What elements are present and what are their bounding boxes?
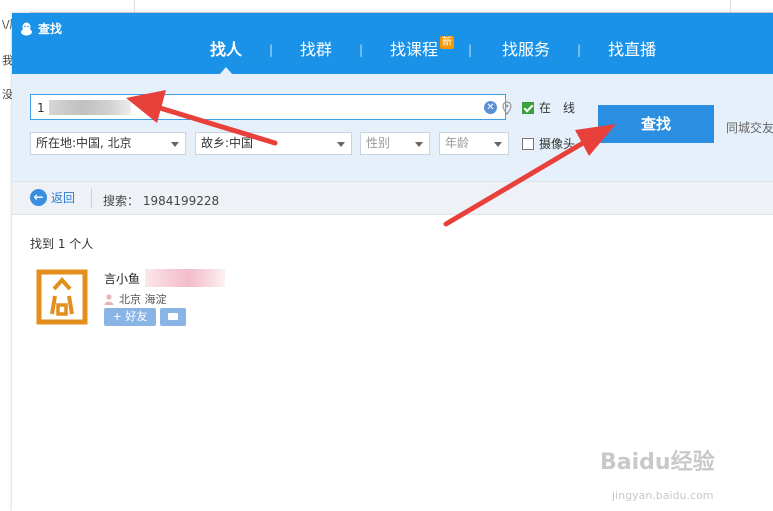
location-select[interactable]: 所在地:中国, 北京 <box>30 132 186 155</box>
gender-select-placeholder: 性别 <box>366 136 391 150</box>
tab-bar: 找人 | 找群 | 找课程新 | 找服务 | 找直播 <box>210 36 656 74</box>
blurred-keyword <box>49 100 131 115</box>
result-count: 找到 1 个人 <box>30 237 94 251</box>
chevron-down-icon <box>415 142 423 147</box>
checkbox-checked-icon[interactable] <box>522 101 534 114</box>
online-checkbox[interactable]: 在 线 <box>522 99 575 116</box>
age-select[interactable]: 年龄 <box>439 132 509 155</box>
location-select-value: 所在地:中国, 北京 <box>36 136 132 150</box>
tab-find-course[interactable]: 找课程新 <box>390 36 455 62</box>
divider <box>91 188 92 208</box>
camera-checkbox[interactable]: 摄像头 <box>522 135 575 152</box>
camera-label: 摄像头 <box>539 137 576 151</box>
blurred-nickname <box>145 269 225 287</box>
find-button[interactable]: 查找 <box>598 105 714 143</box>
person-location-text: 北京 海淀 <box>119 293 167 306</box>
tab-separator: | <box>268 43 274 57</box>
search-panel: ✕ 在 线 摄像头 查找 同城交友 所在地:中国, 北京 故乡:中国 性别 年龄 <box>12 74 773 181</box>
search-query-text: 搜索： 1984199228 <box>103 194 220 208</box>
chevron-down-icon <box>337 142 345 147</box>
chevron-down-icon <box>494 142 502 147</box>
checkbox-unchecked-icon[interactable] <box>522 137 534 150</box>
window-title: 查找 <box>20 20 62 37</box>
tab-find-group[interactable]: 找群 <box>300 38 332 62</box>
watermark-url: jingyan.baidu.com <box>612 489 714 502</box>
clear-icon[interactable]: ✕ <box>484 101 497 114</box>
gender-select[interactable]: 性别 <box>360 132 430 155</box>
new-badge: 新 <box>440 36 455 49</box>
window-header: 查找 找人 | 找群 | 找课程新 | 找服务 | 找直播 <box>12 13 773 74</box>
watermark-logo: Baidu经验 <box>600 450 715 475</box>
person-name[interactable]: 言小鱼 <box>104 270 140 287</box>
tab-separator: | <box>577 43 582 57</box>
person-location: 北京 海淀 <box>104 291 167 307</box>
avatar[interactable] <box>36 269 88 325</box>
back-button[interactable]: ← 返回 <box>30 189 75 206</box>
tab-find-course-label: 找课程 <box>390 40 439 59</box>
tab-find-service[interactable]: 找服务 <box>502 38 550 62</box>
background-header <box>30 0 773 13</box>
back-arrow-icon[interactable]: ← <box>30 189 47 206</box>
message-icon <box>168 313 178 320</box>
hometown-select-value: 故乡:中国 <box>201 136 254 150</box>
tongcheng-link[interactable]: 同城交友 <box>726 119 773 136</box>
add-friend-button[interactable]: + 好友 <box>104 308 156 326</box>
location-pin-icon[interactable] <box>502 101 512 115</box>
tab-find-live[interactable]: 找直播 <box>608 38 656 62</box>
back-label: 返回 <box>51 191 76 205</box>
tab-separator: | <box>359 43 364 57</box>
age-select-placeholder: 年龄 <box>445 136 470 150</box>
online-label: 在 线 <box>539 101 576 115</box>
find-window: 查找 找人 | 找群 | 找课程新 | 找服务 | 找直播 ✕ 在 线 摄像头 <box>12 13 773 511</box>
message-button[interactable] <box>160 308 186 326</box>
keyword-field[interactable]: ✕ <box>30 94 512 120</box>
qq-penguin-icon <box>21 22 32 35</box>
chevron-down-icon <box>171 142 179 147</box>
person-icon <box>104 293 114 305</box>
window-title-text: 查找 <box>38 22 63 36</box>
results-toolbar: ← 返回 搜索： 1984199228 <box>12 181 773 215</box>
hometown-select[interactable]: 故乡:中国 <box>195 132 352 155</box>
tab-find-people[interactable]: 找人 <box>210 38 242 74</box>
